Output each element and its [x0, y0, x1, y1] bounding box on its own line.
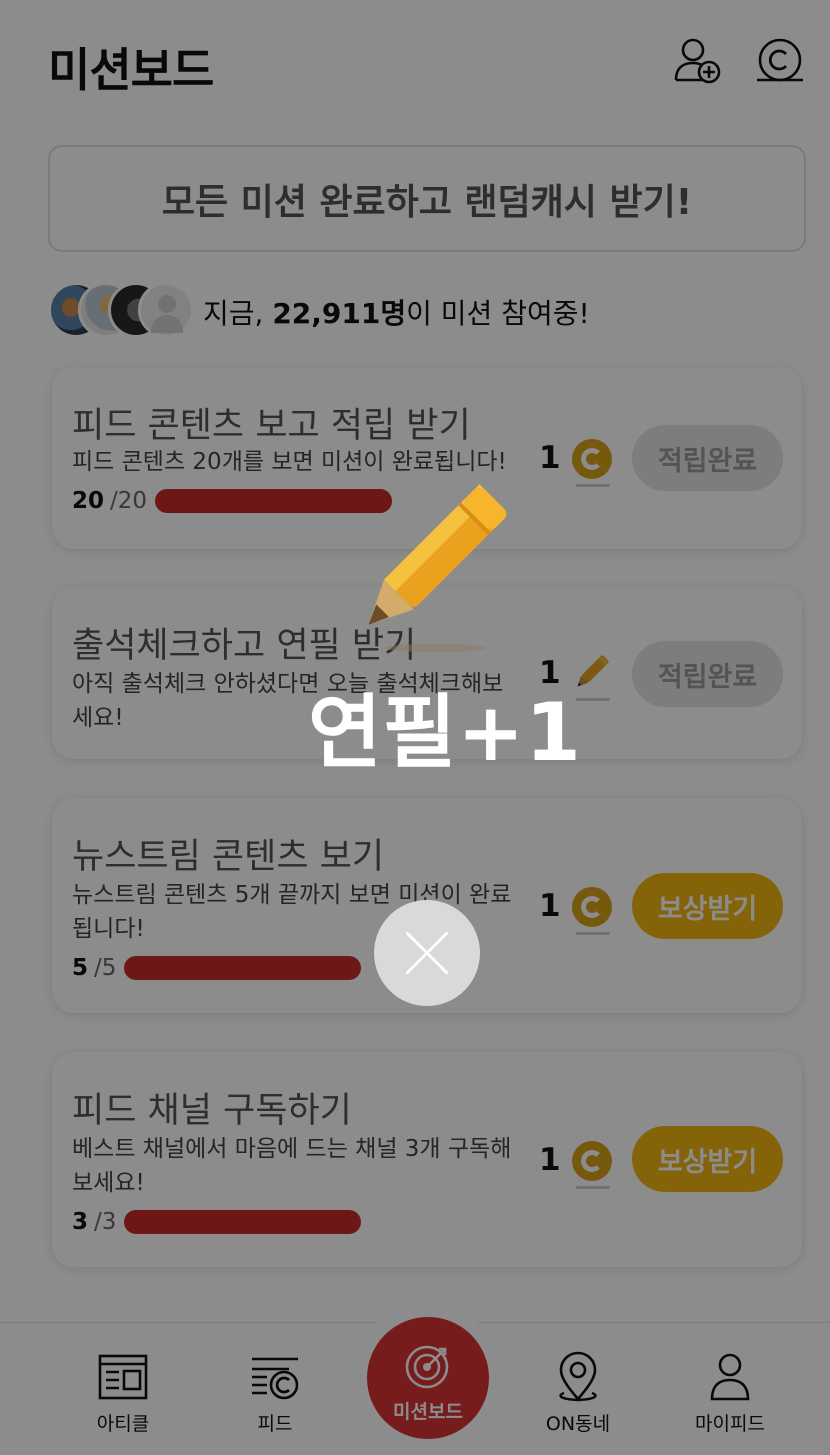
reward-text: 연필+1: [308, 686, 582, 779]
close-icon: [405, 931, 449, 975]
close-button[interactable]: [374, 900, 480, 1006]
pencil-icon: [368, 484, 507, 652]
